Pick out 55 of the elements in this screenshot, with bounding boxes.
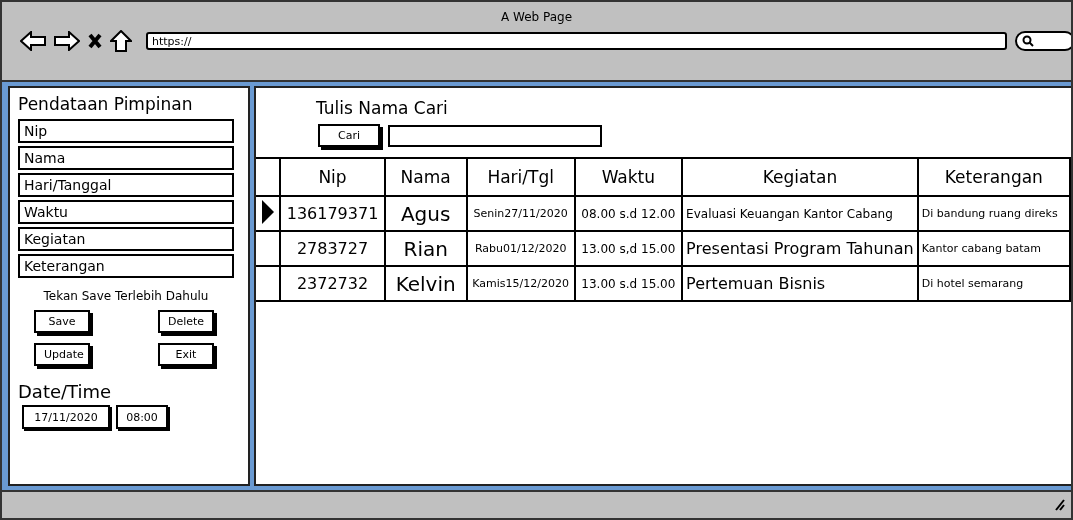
table-cell: Rian — [384, 231, 467, 266]
column-header[interactable]: Waktu — [574, 158, 683, 196]
text-field[interactable]: Nip — [18, 119, 234, 143]
column-header[interactable]: Nama — [384, 158, 467, 196]
resize-grip-icon[interactable] — [1055, 499, 1065, 511]
form-title: Pendataan Pimpinan — [18, 94, 194, 114]
search-field[interactable] — [1015, 31, 1071, 51]
column-header[interactable]: Hari/Tgl — [466, 158, 575, 196]
name-search-field[interactable] — [388, 124, 602, 147]
table-cell: Di hotel semarang — [917, 266, 1070, 301]
column-header[interactable]: Nip — [280, 158, 385, 196]
datetime-label: Date/Time — [18, 381, 113, 402]
text-field[interactable]: Waktu — [18, 200, 234, 224]
column-header[interactable]: Keterangan — [917, 158, 1070, 196]
row-selector[interactable] — [256, 196, 281, 231]
table-cell: Kamis15/12/2020 — [466, 266, 575, 301]
table-cell: 13.00 s.d 15.00 — [574, 266, 683, 301]
text-field[interactable]: Nama — [18, 146, 234, 170]
text-field[interactable]: Kegiatan — [18, 227, 234, 251]
table-cell: 2372732 — [280, 266, 385, 301]
table-cell: Presentasi Program Tahunan — [682, 231, 918, 266]
row-selector[interactable] — [256, 231, 281, 266]
url-field[interactable]: https:// — [146, 32, 1007, 50]
action-button[interactable]: Update — [34, 343, 90, 366]
action-button[interactable]: Exit — [158, 343, 214, 366]
current-row-icon — [260, 198, 275, 225]
table-cell: Di bandung ruang direks — [917, 196, 1070, 231]
search-button[interactable]: Cari — [318, 124, 380, 147]
action-button[interactable]: Save — [34, 310, 90, 333]
table-cell: Agus — [384, 196, 467, 231]
row-selector[interactable] — [256, 266, 281, 301]
table-cell: Pertemuan Bisnis — [682, 266, 918, 301]
date-field[interactable]: 17/11/2020 — [22, 405, 110, 429]
search-label: Tulis Nama Cari — [316, 98, 449, 118]
forward-icon[interactable] — [54, 31, 80, 51]
home-icon[interactable] — [110, 30, 132, 52]
window-title: A Web Page — [499, 9, 574, 24]
table-cell: Rabu01/12/2020 — [466, 231, 575, 266]
search-icon — [1022, 35, 1034, 47]
table-cell: 13.00 s,d 15.00 — [574, 231, 683, 266]
table-cell: Kelvin — [384, 266, 467, 301]
column-header[interactable]: Kegiatan — [682, 158, 918, 196]
hint-text: Tekan Save Terlebih Dahulu — [42, 289, 210, 303]
table-cell: Evaluasi Keuangan Kantor Cabang — [682, 196, 918, 231]
table-cell: 08.00 s.d 12.00 — [574, 196, 683, 231]
text-field[interactable]: Hari/Tanggal — [18, 173, 234, 197]
close-icon[interactable] — [88, 33, 102, 49]
action-button[interactable]: Delete — [158, 310, 214, 333]
time-field[interactable]: 08:00 — [116, 405, 168, 429]
table-cell: Senin27/11/2020 — [466, 196, 575, 231]
back-icon[interactable] — [20, 31, 46, 51]
text-field[interactable]: Keterangan — [18, 254, 234, 278]
table-cell: 2783727 — [280, 231, 385, 266]
table-cell: Kantor cabang batam — [917, 231, 1070, 266]
table-cell: 136179371 — [280, 196, 385, 231]
